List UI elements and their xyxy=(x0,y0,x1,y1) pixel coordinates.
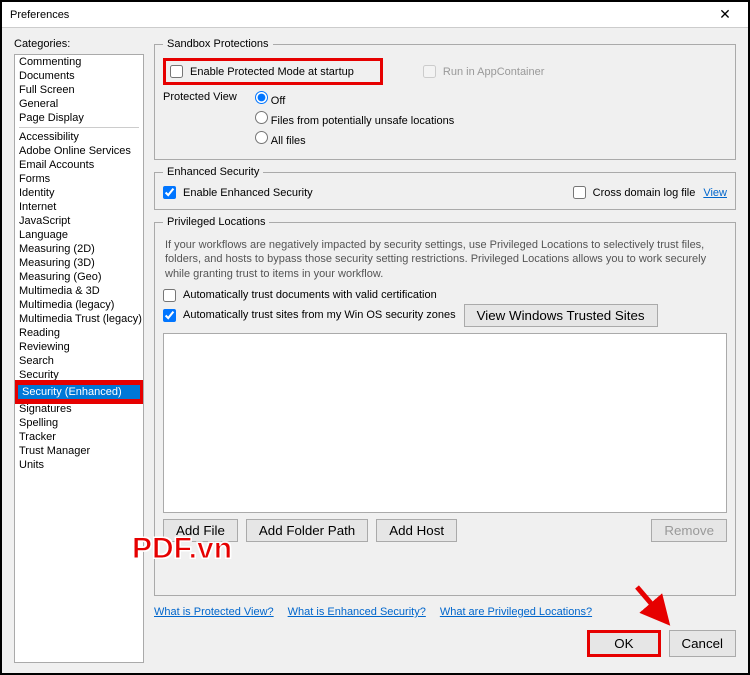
category-item[interactable]: Language xyxy=(15,228,143,242)
cross-domain-row[interactable]: Cross domain log file xyxy=(573,186,696,199)
add-folder-button[interactable]: Add Folder Path xyxy=(246,519,368,542)
category-item[interactable]: Search xyxy=(15,354,143,368)
ok-button[interactable]: OK xyxy=(587,630,660,657)
category-item[interactable]: Documents xyxy=(15,69,143,83)
category-item[interactable]: Tracker xyxy=(15,430,143,444)
close-icon[interactable]: ✕ xyxy=(710,6,740,23)
category-item[interactable]: Security (Enhanced) xyxy=(15,382,143,402)
category-item[interactable]: Forms xyxy=(15,172,143,186)
run-appcontainer-row: Run in AppContainer xyxy=(423,65,545,78)
enable-protected-label: Enable Protected Mode at startup xyxy=(190,66,354,78)
category-item[interactable]: JavaScript xyxy=(15,214,143,228)
category-item[interactable]: Security xyxy=(15,368,143,382)
cross-domain-checkbox[interactable] xyxy=(573,186,586,199)
auto-cert-row[interactable]: Automatically trust documents with valid… xyxy=(163,289,727,302)
category-item[interactable]: Measuring (Geo) xyxy=(15,270,143,284)
category-item[interactable]: Multimedia (legacy) xyxy=(15,298,143,312)
pv-unsafe-radio[interactable] xyxy=(255,111,268,124)
link-enhanced-security[interactable]: What is Enhanced Security? xyxy=(288,606,426,618)
protected-view-options: Off Files from potentially unsafe locati… xyxy=(255,91,454,151)
category-item[interactable]: Reading xyxy=(15,326,143,340)
view-trusted-button[interactable]: View Windows Trusted Sites xyxy=(464,304,658,327)
link-privileged-locations[interactable]: What are Privileged Locations? xyxy=(440,606,592,618)
category-item[interactable]: Identity xyxy=(15,186,143,200)
run-appcontainer-checkbox xyxy=(423,65,436,78)
category-item[interactable]: General xyxy=(15,97,143,111)
privileged-listbox[interactable] xyxy=(163,333,727,513)
right-panel: Sandbox Protections Enable Protected Mod… xyxy=(154,38,736,663)
category-item[interactable]: Internet xyxy=(15,200,143,214)
help-links: What is Protected View? What is Enhanced… xyxy=(154,606,736,618)
category-item[interactable]: Spelling xyxy=(15,416,143,430)
run-appcontainer-label: Run in AppContainer xyxy=(443,66,545,78)
category-item[interactable]: Reviewing xyxy=(15,340,143,354)
link-protected-view[interactable]: What is Protected View? xyxy=(154,606,274,618)
pv-all-row[interactable]: All files xyxy=(255,131,454,147)
category-item[interactable]: Signatures xyxy=(15,402,143,416)
pv-all-radio[interactable] xyxy=(255,131,268,144)
privileged-fieldset: Privileged Locations If your workflows a… xyxy=(154,216,736,596)
sandbox-fieldset: Sandbox Protections Enable Protected Mod… xyxy=(154,38,736,160)
enable-protected-checkbox[interactable] xyxy=(170,65,183,78)
window-title: Preferences xyxy=(10,9,69,21)
category-item[interactable]: Multimedia & 3D xyxy=(15,284,143,298)
privileged-desc: If your workflows are negatively impacte… xyxy=(165,238,725,281)
categories-label: Categories: xyxy=(14,38,144,50)
category-item[interactable]: Adobe Online Services xyxy=(15,144,143,158)
protected-view-label: Protected View xyxy=(163,91,237,151)
left-panel: Categories: CommentingDocumentsFull Scre… xyxy=(14,38,144,663)
view-log-link[interactable]: View xyxy=(703,187,727,199)
enable-protected-row[interactable]: Enable Protected Mode at startup xyxy=(163,58,383,85)
content: Categories: CommentingDocumentsFull Scre… xyxy=(2,28,748,673)
enable-enhanced-row[interactable]: Enable Enhanced Security xyxy=(163,186,313,199)
add-file-button[interactable]: Add File xyxy=(163,519,238,542)
enable-enhanced-checkbox[interactable] xyxy=(163,186,176,199)
category-item[interactable]: Measuring (2D) xyxy=(15,242,143,256)
category-item[interactable]: Page Display xyxy=(15,111,143,125)
category-item[interactable]: Full Screen xyxy=(15,83,143,97)
auto-zones-checkbox[interactable] xyxy=(163,309,176,322)
category-item[interactable]: Email Accounts xyxy=(15,158,143,172)
add-host-button[interactable]: Add Host xyxy=(376,519,457,542)
category-item[interactable]: Commenting xyxy=(15,55,143,69)
remove-button: Remove xyxy=(651,519,727,542)
category-item[interactable]: Accessibility xyxy=(15,130,143,144)
pv-off-radio[interactable] xyxy=(255,91,268,104)
enhanced-fieldset: Enhanced Security Enable Enhanced Securi… xyxy=(154,166,736,210)
cancel-button[interactable]: Cancel xyxy=(669,630,737,657)
auto-zones-row[interactable]: Automatically trust sites from my Win OS… xyxy=(163,309,456,322)
privileged-legend: Privileged Locations xyxy=(163,216,269,228)
category-item[interactable]: Multimedia Trust (legacy) xyxy=(15,312,143,326)
sandbox-legend: Sandbox Protections xyxy=(163,38,273,50)
pv-off-row[interactable]: Off xyxy=(255,91,454,107)
auto-cert-checkbox[interactable] xyxy=(163,289,176,302)
enhanced-legend: Enhanced Security xyxy=(163,166,263,178)
categories-list[interactable]: CommentingDocumentsFull ScreenGeneralPag… xyxy=(14,54,144,663)
pv-unsafe-row[interactable]: Files from potentially unsafe locations xyxy=(255,111,454,127)
dialog-buttons: OK Cancel xyxy=(154,624,736,663)
titlebar: Preferences ✕ xyxy=(2,2,748,28)
category-item[interactable]: Trust Manager xyxy=(15,444,143,458)
category-item[interactable]: Measuring (3D) xyxy=(15,256,143,270)
category-item[interactable]: Units xyxy=(15,458,143,472)
